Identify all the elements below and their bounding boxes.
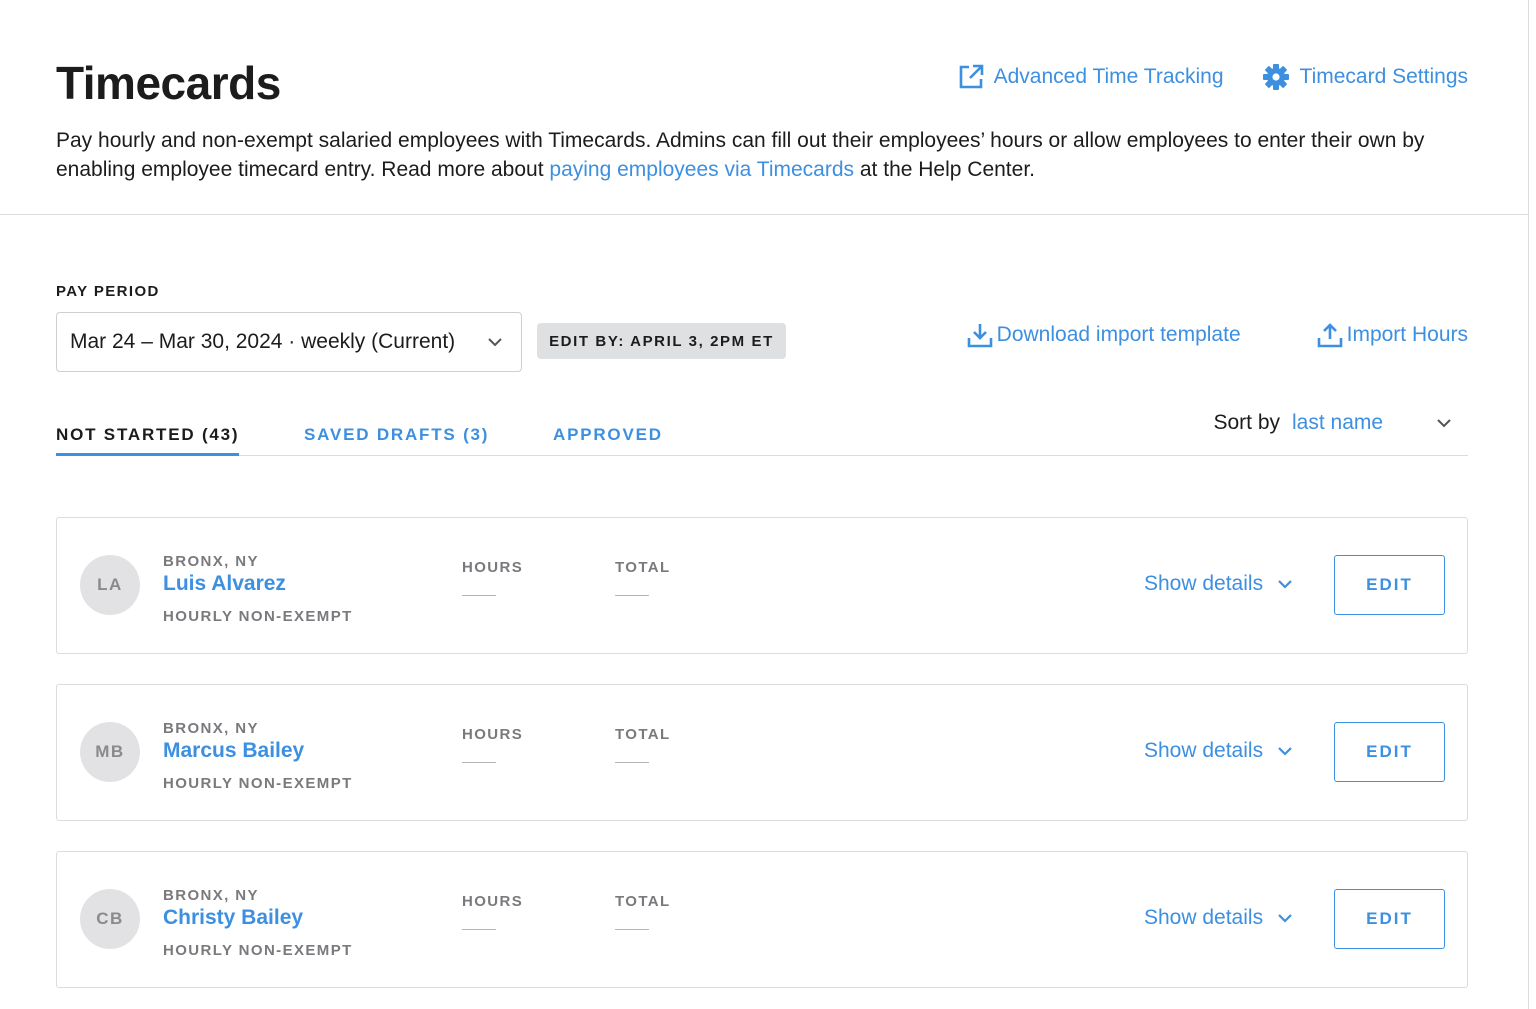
employee-card: CB BRONX, NY Christy Bailey HOURLY NON-EXEM… xyxy=(56,851,1468,988)
upload-icon xyxy=(1317,323,1342,348)
hours-value-empty xyxy=(462,920,496,930)
hours-value-empty xyxy=(462,586,496,596)
edit-button[interactable]: EDIT xyxy=(1334,889,1445,949)
show-details-label: Show details xyxy=(1144,572,1264,595)
chevron-down-icon xyxy=(1278,914,1292,923)
chevron-down-icon xyxy=(488,338,502,347)
chevron-down-icon xyxy=(1437,419,1451,428)
employee-type: HOURLY NON-EXEMPT xyxy=(163,775,353,792)
intro-text: Pay hourly and non-exempt salaried emplo… xyxy=(56,126,1476,184)
total-value-empty xyxy=(615,586,649,596)
sort-value: last name xyxy=(1292,411,1384,434)
pay-period-select[interactable]: Mar 24 – Mar 30, 2024 · weekly (Current) xyxy=(56,312,522,372)
sort-control: Sort by last name xyxy=(1213,411,1468,435)
tab-saved-drafts[interactable]: SAVED DRAFTS (3) xyxy=(304,425,489,456)
intro-text-end: at the Help Center. xyxy=(854,158,1035,181)
pay-period-value: Mar 24 – Mar 30, 2024 · weekly (Current) xyxy=(70,330,456,353)
total-label: TOTAL xyxy=(615,559,671,576)
hours-value-empty xyxy=(462,753,496,763)
page-title: Timecards xyxy=(56,57,281,109)
tab-not-started[interactable]: NOT STARTED (43) xyxy=(56,425,240,456)
tab-approved[interactable]: APPROVED xyxy=(553,425,663,456)
employee-card: MB BRONX, NY Marcus Bailey HOURLY NON-EXEMP… xyxy=(56,684,1468,821)
timecard-settings-link[interactable]: Timecard Settings xyxy=(1262,63,1468,91)
show-details-toggle[interactable]: Show details xyxy=(1144,906,1293,930)
hours-label: HOURS xyxy=(462,893,524,910)
help-center-link[interactable]: paying employees via Timecards xyxy=(549,158,854,181)
sort-label: Sort by xyxy=(1213,411,1280,434)
employee-location: BRONX, NY xyxy=(163,720,259,737)
right-divider xyxy=(1528,0,1529,1009)
total-label: TOTAL xyxy=(615,893,671,910)
hours-label: HOURS xyxy=(462,726,524,743)
page-header: Timecards Advanced Time Tracking Timecar… xyxy=(0,0,1528,215)
edit-button[interactable]: EDIT xyxy=(1334,555,1445,615)
pay-period-label: PAY PERIOD xyxy=(56,283,160,300)
employee-location: BRONX, NY xyxy=(163,887,259,904)
employee-type: HOURLY NON-EXEMPT xyxy=(163,608,353,625)
show-details-label: Show details xyxy=(1144,739,1264,762)
show-details-label: Show details xyxy=(1144,906,1264,929)
advanced-time-tracking-link[interactable]: Advanced Time Tracking xyxy=(958,64,1224,90)
import-hours-label: Import Hours xyxy=(1346,323,1468,346)
timecard-tabs: NOT STARTED (43) SAVED DRAFTS (3) APPROV… xyxy=(56,407,1468,456)
show-details-toggle[interactable]: Show details xyxy=(1144,739,1293,763)
chevron-down-icon xyxy=(1278,747,1292,756)
total-label: TOTAL xyxy=(615,726,671,743)
external-link-icon xyxy=(959,64,983,89)
employee-card: LA BRONX, NY Luis Alvarez HOURLY NON-EXEMPT… xyxy=(56,517,1468,654)
chevron-down-icon xyxy=(1278,580,1292,589)
gear-icon xyxy=(1262,64,1289,90)
total-value-empty xyxy=(615,920,649,930)
show-details-toggle[interactable]: Show details xyxy=(1144,572,1293,596)
avatar: MB xyxy=(80,722,140,782)
hours-label: HOURS xyxy=(462,559,524,576)
avatar: LA xyxy=(80,555,140,615)
action-links: Download import template Import Hours xyxy=(967,322,1468,348)
header-links: Advanced Time Tracking Timecard Settings xyxy=(958,63,1468,91)
avatar: CB xyxy=(80,889,140,949)
employee-name-link[interactable]: Christy Bailey xyxy=(163,906,303,930)
edit-button[interactable]: EDIT xyxy=(1334,722,1445,782)
sort-select[interactable]: last name xyxy=(1292,411,1468,435)
employee-name-link[interactable]: Marcus Bailey xyxy=(163,739,304,763)
import-hours-link[interactable]: Import Hours xyxy=(1317,322,1468,348)
employee-name-link[interactable]: Luis Alvarez xyxy=(163,572,286,596)
timecard-settings-label: Timecard Settings xyxy=(1299,65,1468,88)
download-template-link[interactable]: Download import template xyxy=(967,322,1241,348)
download-template-label: Download import template xyxy=(996,323,1241,346)
total-value-empty xyxy=(615,753,649,763)
advanced-time-tracking-label: Advanced Time Tracking xyxy=(993,65,1224,88)
employee-location: BRONX, NY xyxy=(163,553,259,570)
employee-type: HOURLY NON-EXEMPT xyxy=(163,942,353,959)
download-icon xyxy=(967,324,992,348)
edit-by-badge: EDIT BY: APRIL 3, 2PM ET xyxy=(537,323,786,359)
